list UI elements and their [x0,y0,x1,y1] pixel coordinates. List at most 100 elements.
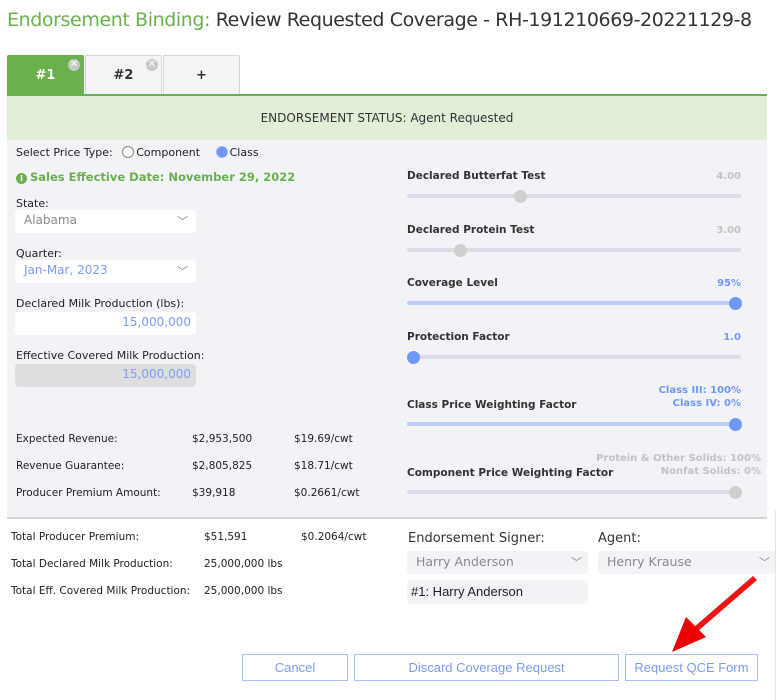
total-premium-cwt: $0.2064/cwt [301,531,367,543]
sales-effective-text: Sales Effective Date: November 29, 2022 [30,170,296,184]
discard-coverage-request-button[interactable]: Discard Coverage Request [354,654,619,681]
slider-title: Declared Protein Test [407,224,535,236]
cancel-button[interactable]: Cancel [242,654,348,681]
slider-title: Coverage Level [407,277,498,289]
slider-track [407,189,741,203]
tab-label: #1 [35,68,56,83]
total-declared-amount: 25,000,000 lbs [204,558,283,570]
slider-track[interactable] [407,296,743,310]
state-select[interactable]: Alabama ﹀ [15,210,196,233]
expected-revenue-cwt: $19.69/cwt [294,433,353,445]
expected-revenue-amount: $2,953,500 [192,433,253,445]
slider-thumb[interactable] [729,296,743,310]
producer-premium-amount: $39,918 [192,487,236,499]
close-icon[interactable]: ✕ [146,59,158,71]
signer-entry: #1: Harry Anderson [407,580,588,604]
slider-thumb[interactable] [729,417,743,431]
effective-covered-input: 15,000,000 [15,364,196,387]
radio-class[interactable] [215,146,228,158]
section-divider [7,517,767,519]
radio-component-label[interactable]: Component [136,146,200,159]
tab-1[interactable]: #1 ✕ [7,55,84,95]
declared-milk-label: Declared Milk Production (lbs): [16,297,185,310]
price-type-group: Select Price Type: Component Class [16,146,259,159]
slider-track [407,485,743,499]
slider-value-line: 95% [717,278,741,289]
slider-title: Protection Factor [407,331,510,343]
arrow-head [672,617,706,652]
signer-value: Harry Anderson [416,554,514,569]
slider-fill [407,301,736,305]
total-effective-amount: 25,000,000 lbs [204,585,283,597]
slider-thumb [453,243,467,257]
slider-thumb [514,189,528,203]
slider-value-line: Nonfat Solids: 0% [660,466,761,477]
slider-thumb[interactable] [407,350,421,364]
quarter-value: Jan-Mar, 2023 [24,263,108,277]
slider-track [407,243,741,257]
quarter-label: Quarter: [16,247,63,260]
state-value: Alabama [24,213,77,227]
close-icon[interactable]: ✕ [68,59,80,71]
total-effective-label: Total Eff. Covered Milk Production: [11,585,191,597]
producer-premium-label: Producer Premium Amount: [16,487,161,499]
chevron-down-icon: ﹀ [177,215,188,228]
title-prefix: Endorsement Binding: [7,9,211,31]
status-banner: ENDORSEMENT STATUS: Agent Requested [7,96,767,140]
slider-title: Component Price Weighting Factor [407,467,614,479]
agent-value: Henry Krause [607,554,692,569]
slider-value-line: Class IV: 0% [672,398,741,409]
chevron-down-icon: ﹀ [177,265,188,278]
revenue-guarantee-amount: $2,805,825 [192,460,253,472]
total-premium-label: Total Producer Premium: [11,531,139,543]
arrow-shaft [694,576,757,631]
slider-value: Class III: 100% Class IV: 0% [659,384,741,410]
slider-value: 3.00 [716,224,741,237]
signer-label: Endorsement Signer: [408,531,545,546]
radio-component[interactable] [122,146,135,158]
radio-class-label[interactable]: Class [230,146,259,159]
scrollbar-edge [775,510,776,700]
slider-fill [407,422,736,426]
slider-value-line: 4.00 [716,171,741,182]
slider-title: Class Price Weighting Factor [407,399,577,411]
producer-premium-cwt: $0.2661/cwt [294,487,360,499]
page-title: Endorsement Binding: Review Requested Co… [7,9,752,31]
slider-value: 4.00 [716,170,741,183]
info-icon: i [16,173,27,184]
slider-value: 1.0 [723,331,741,344]
slider-value-line: 1.0 [723,332,741,343]
effective-covered-label: Effective Covered Milk Production: [16,349,205,362]
chevron-down-icon: ﹀ [571,556,582,569]
slider-value: Protein & Other Solids: 100% Nonfat Solid… [596,452,761,478]
plus-icon: + [196,68,207,83]
expected-revenue-label: Expected Revenue: [16,433,118,445]
state-label: State: [16,197,49,210]
total-declared-label: Total Declared Milk Production: [11,558,173,570]
chevron-down-icon: ﹀ [759,556,770,569]
slider-track[interactable] [407,350,741,364]
quarter-select[interactable]: Jan-Mar, 2023 ﹀ [15,260,196,283]
tab-label: #2 [113,68,134,83]
revenue-guarantee-cwt: $18.71/cwt [294,460,353,472]
price-type-label: Select Price Type: [16,146,113,159]
endorsement-tabs: #1 ✕ #2 ✕ + [7,55,241,95]
signer-select[interactable]: Harry Anderson ﹀ [407,551,588,574]
slider-track[interactable] [407,417,743,431]
slider-title: Declared Butterfat Test [407,170,546,182]
declared-milk-input[interactable]: 15,000,000 [15,312,196,335]
total-premium-amount: $51,591 [204,531,248,543]
add-tab-button[interactable]: + [163,55,240,95]
request-qce-form-button[interactable]: Request QCE Form [625,654,758,681]
agent-label: Agent: [598,531,641,546]
sales-effective-date: i Sales Effective Date: November 29, 2022 [16,170,295,184]
slider-value: 95% [717,277,741,290]
slider-value-line: Class III: 100% [658,385,741,396]
revenue-guarantee-label: Revenue Guarantee: [16,460,125,472]
slider-thumb [729,485,743,499]
title-main: Review Requested Coverage - RH-191210669… [215,9,752,31]
agent-select[interactable]: Henry Krause ﹀ [598,551,776,574]
slider-value-line: Protein & Other Solids: 100% [596,453,761,464]
tab-2[interactable]: #2 ✕ [85,55,162,95]
slider-value-line: 3.00 [716,225,741,236]
